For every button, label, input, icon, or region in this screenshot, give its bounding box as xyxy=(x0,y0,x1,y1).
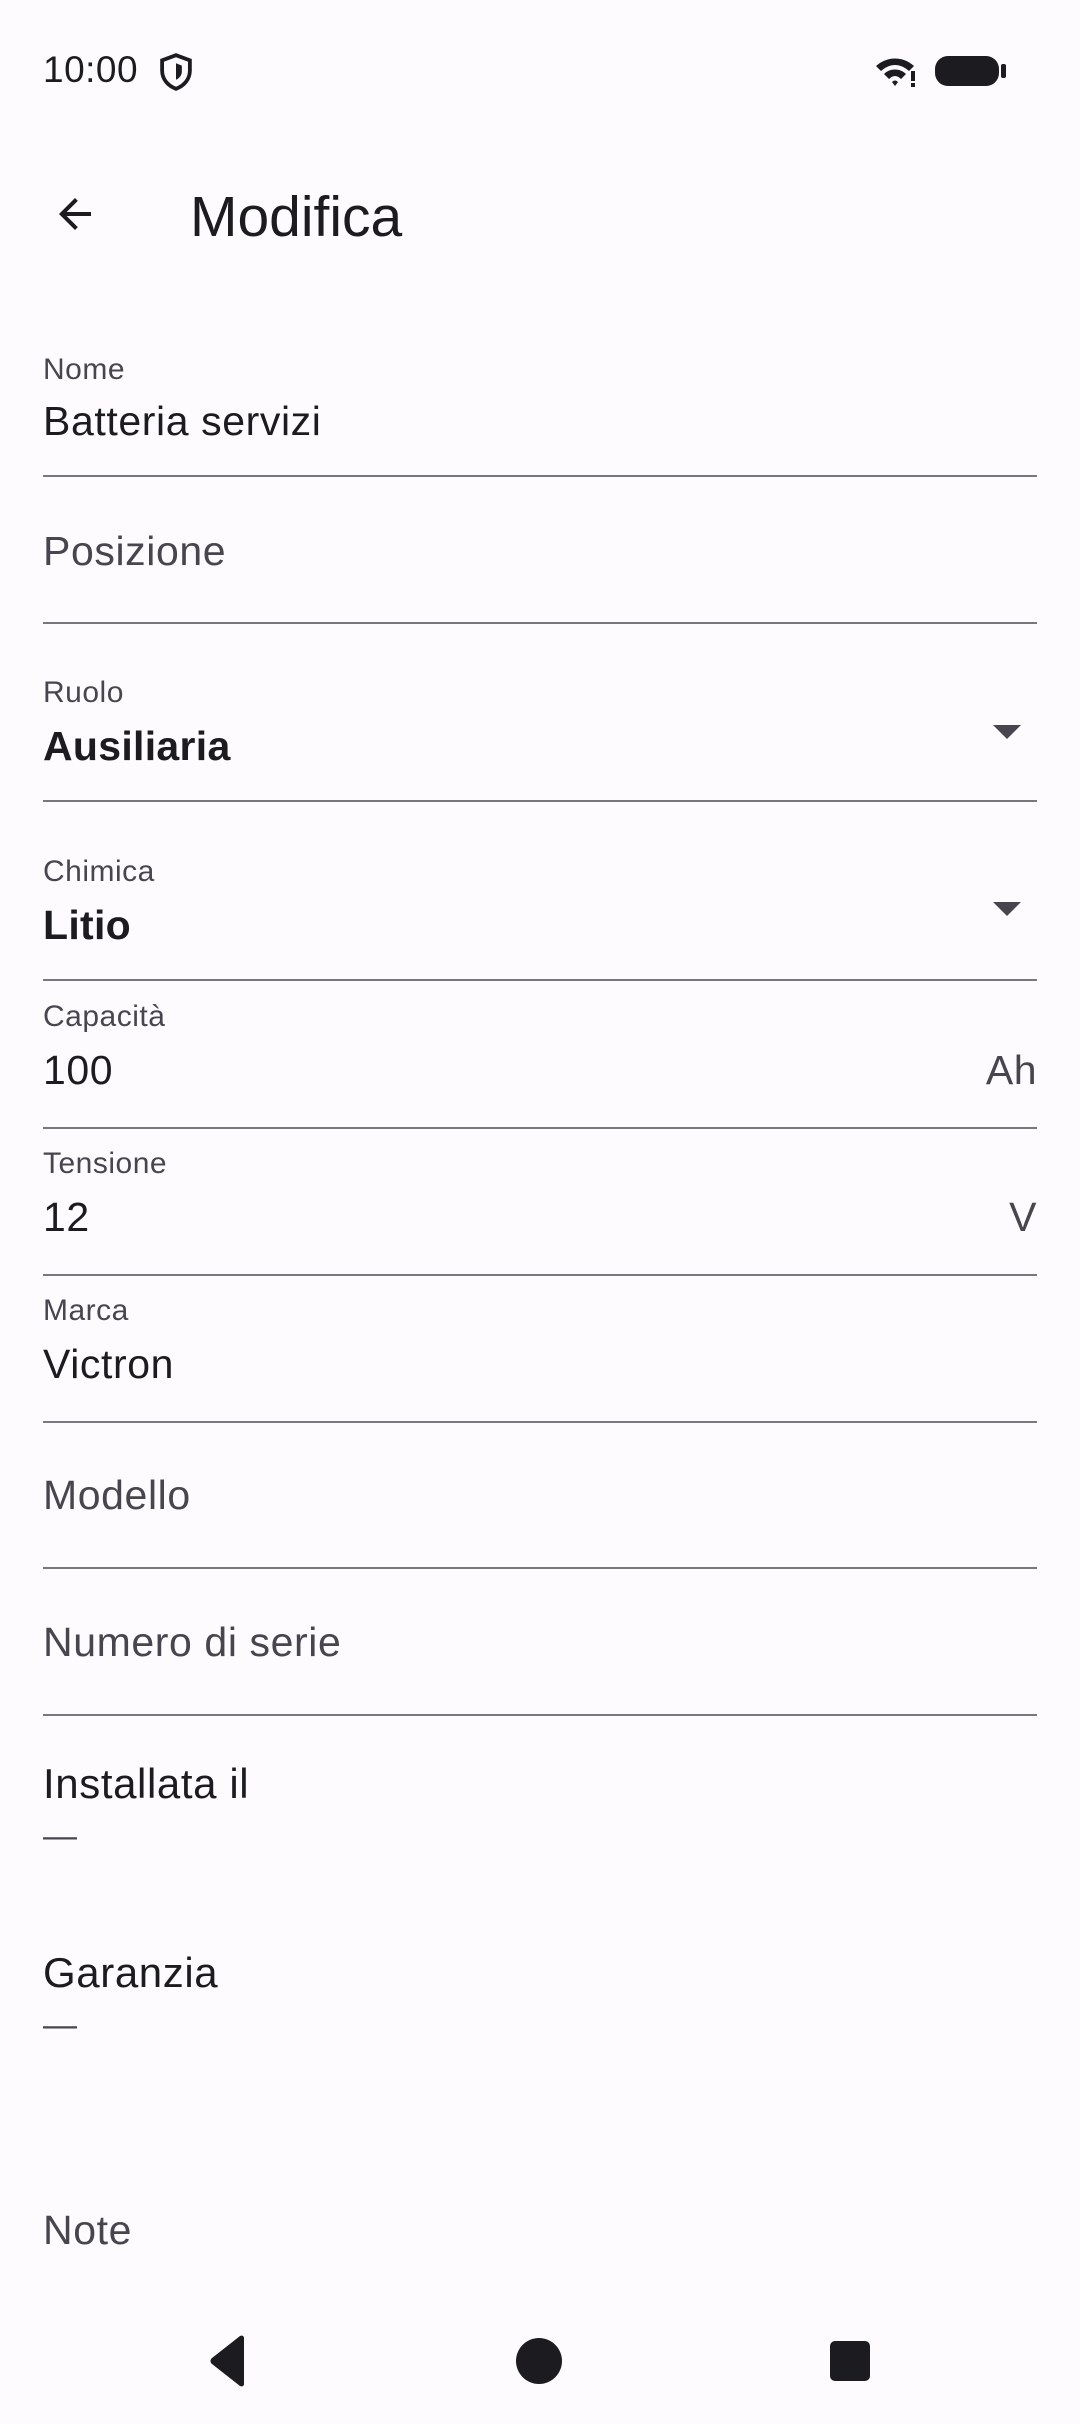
nome-label: Nome xyxy=(43,353,126,386)
nome-field[interactable]: Nome Batteria servizi xyxy=(43,340,1037,477)
nav-recents-button[interactable] xyxy=(805,2316,895,2406)
arrow-left-icon xyxy=(59,198,91,230)
garanzia-label: Garanzia xyxy=(43,1949,219,1996)
tensione-label: Tensione xyxy=(43,1147,168,1180)
marca-label: Marca xyxy=(43,1294,129,1327)
chevron-down-icon xyxy=(993,725,1021,739)
ruolo-label: Ruolo xyxy=(43,676,124,709)
tensione-field[interactable]: Tensione 12 V xyxy=(43,1138,1037,1276)
chimica-label: Chimica xyxy=(43,855,155,888)
installata-date-picker[interactable]: Installata il — xyxy=(43,1758,1037,1868)
chevron-down-icon xyxy=(993,902,1021,916)
note-field[interactable]: Note xyxy=(43,2200,1037,2270)
modello-field[interactable]: Modello xyxy=(43,1424,1037,1569)
tensione-value: 12 xyxy=(43,1194,90,1240)
posizione-placeholder: Posizione xyxy=(43,528,227,574)
note-placeholder: Note xyxy=(43,2207,133,2253)
back-button[interactable] xyxy=(36,175,114,253)
page-title: Modifica xyxy=(190,185,403,249)
installata-label: Installata il xyxy=(43,1760,250,1807)
nome-value: Batteria servizi xyxy=(43,398,322,444)
modello-placeholder: Modello xyxy=(43,1472,191,1518)
numero-serie-placeholder: Numero di serie xyxy=(43,1619,342,1665)
battery-icon xyxy=(935,56,1006,86)
installata-value: — xyxy=(43,1817,77,1855)
shield-icon xyxy=(160,53,192,91)
garanzia-date-picker[interactable]: Garanzia — xyxy=(43,1947,1037,2057)
tensione-unit: V xyxy=(1009,1194,1037,1240)
capacita-value: 100 xyxy=(43,1047,114,1093)
numero-serie-field[interactable]: Numero di serie xyxy=(43,1571,1037,1716)
capacita-label: Capacità xyxy=(43,1000,166,1033)
marca-value: Victron xyxy=(43,1341,175,1387)
nav-home-button[interactable] xyxy=(494,2316,584,2406)
back-triangle-icon xyxy=(210,2335,244,2387)
marca-field[interactable]: Marca Victron xyxy=(43,1285,1037,1423)
nav-back-button[interactable] xyxy=(184,2316,274,2406)
system-nav-bar xyxy=(0,2292,1080,2424)
ruolo-dropdown[interactable]: Ruolo Ausiliaria xyxy=(43,665,1037,802)
garanzia-value: — xyxy=(43,2006,77,2044)
chimica-dropdown[interactable]: Chimica Litio xyxy=(43,844,1037,981)
ruolo-value: Ausiliaria xyxy=(43,723,231,769)
wifi-icon xyxy=(876,58,915,87)
status-bar: 10:00 xyxy=(0,0,1080,140)
chimica-value: Litio xyxy=(43,902,132,948)
top-app-bar: Modifica xyxy=(0,140,1080,290)
home-circle-icon xyxy=(516,2338,562,2384)
posizione-field[interactable]: Posizione xyxy=(43,478,1037,624)
status-time: 10:00 xyxy=(43,49,139,90)
recents-square-icon xyxy=(830,2341,870,2381)
capacita-field[interactable]: Capacità 100 Ah xyxy=(43,991,1037,1129)
capacita-unit: Ah xyxy=(985,1047,1037,1093)
